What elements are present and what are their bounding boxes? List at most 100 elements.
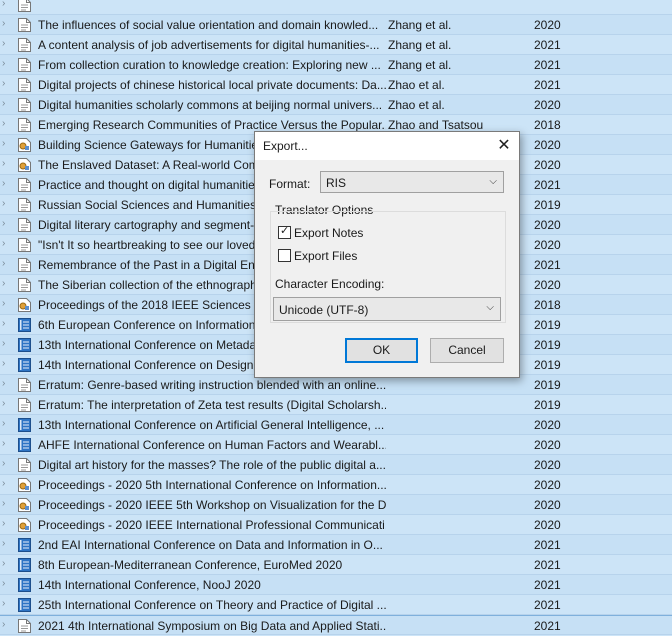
expand-chevron-icon[interactable]: › <box>2 18 12 30</box>
export-notes-checkbox[interactable]: ✓ <box>278 225 291 239</box>
table-row[interactable]: › The influences of social value orientat… <box>0 15 672 35</box>
expand-chevron-icon[interactable]: › <box>2 78 12 90</box>
table-row[interactable]: › Proceedings - 2020 5th International Co… <box>0 475 672 495</box>
expand-chevron-icon[interactable]: › <box>2 298 12 310</box>
table-row[interactable]: › 2nd EAI International Conference on Dat… <box>0 535 672 555</box>
item-title: 25th International Conference on Theory … <box>38 598 386 612</box>
ok-button[interactable]: OK <box>345 338 418 363</box>
expand-chevron-icon[interactable]: › <box>2 98 12 110</box>
document-icon <box>18 258 31 272</box>
expand-chevron-icon[interactable]: › <box>2 238 12 250</box>
item-title: 8th European-Mediterranean Conference, E… <box>38 558 343 572</box>
expand-chevron-icon[interactable]: › <box>2 258 12 270</box>
item-year: 2018 <box>534 298 561 312</box>
table-row[interactable]: › AHFE International Conference on Human … <box>0 435 672 455</box>
expand-chevron-icon[interactable]: › <box>2 118 12 130</box>
format-select[interactable]: RIS ⌵ <box>320 171 504 193</box>
table-row[interactable]: › Proceedings - 2020 IEEE International P… <box>0 515 672 535</box>
expand-chevron-icon[interactable]: › <box>2 318 12 330</box>
expand-chevron-icon[interactable]: › <box>2 138 12 150</box>
item-title: Proceedings - 2020 IEEE 5th Workshop on … <box>38 498 386 512</box>
table-row[interactable]: › Digital art history for the masses? The… <box>0 455 672 475</box>
table-row[interactable]: › A content analysis of job advertisement… <box>0 35 672 55</box>
close-icon[interactable]: ✕ <box>493 135 515 157</box>
item-creator: Zhang et al. <box>388 38 452 52</box>
document-icon <box>18 18 31 32</box>
expand-chevron-icon[interactable]: › <box>2 0 12 10</box>
item-year: 2020 <box>534 458 561 472</box>
expand-chevron-icon[interactable]: › <box>2 558 12 570</box>
table-row[interactable]: › <box>0 0 672 15</box>
item-year: 2021 <box>534 38 561 52</box>
expand-chevron-icon[interactable]: › <box>2 338 12 350</box>
expand-chevron-icon[interactable]: › <box>2 438 12 450</box>
expand-chevron-icon[interactable]: › <box>2 498 12 510</box>
expand-chevron-icon[interactable]: › <box>2 278 12 290</box>
conference-paper-icon <box>18 298 31 312</box>
expand-chevron-icon[interactable]: › <box>2 38 12 50</box>
table-row[interactable]: › 14th International Conference, NooJ 202… <box>0 575 672 595</box>
dialog-title: Export... <box>263 139 308 153</box>
table-row[interactable]: › Digital projects of chinese historical … <box>0 75 672 95</box>
table-row[interactable]: › Digital humanities scholarly commons at… <box>0 95 672 115</box>
conference-paper-icon <box>18 478 31 492</box>
item-title: Digital projects of chinese historical l… <box>38 78 386 92</box>
document-icon <box>18 0 31 12</box>
item-year: 2020 <box>534 518 561 532</box>
expand-chevron-icon[interactable]: › <box>2 598 12 610</box>
expand-chevron-icon[interactable]: › <box>2 418 12 430</box>
item-year: 2020 <box>534 478 561 492</box>
item-year: 2020 <box>534 438 561 452</box>
item-year: 2020 <box>534 98 561 112</box>
table-row[interactable]: › 2021 4th International Symposium on Big… <box>0 615 672 635</box>
character-encoding-select[interactable]: Unicode (UTF-8) ⌵ <box>273 297 501 321</box>
table-row[interactable]: › From collection curation to knowledge c… <box>0 55 672 75</box>
item-year: 2021 <box>534 178 561 192</box>
expand-chevron-icon[interactable]: › <box>2 178 12 190</box>
expand-chevron-icon[interactable]: › <box>2 478 12 490</box>
table-row[interactable]: › Erratum: The interpretation of Zeta tes… <box>0 395 672 415</box>
item-title: 13th International Conference on Artific… <box>38 418 385 432</box>
expand-chevron-icon[interactable]: › <box>2 158 12 170</box>
expand-chevron-icon[interactable]: › <box>2 398 12 410</box>
book-icon <box>18 558 31 572</box>
table-row[interactable]: › Erratum: Genre-based writing instructio… <box>0 375 672 395</box>
item-year: 2018 <box>534 118 561 132</box>
item-year: 2021 <box>534 598 561 612</box>
item-creator: Zhao et al. <box>388 78 445 92</box>
dialog-titlebar: Export... ✕ <box>255 132 519 160</box>
document-icon <box>18 238 31 252</box>
document-icon <box>18 198 31 212</box>
item-year: 2020 <box>534 138 561 152</box>
expand-chevron-icon[interactable]: › <box>2 538 12 550</box>
expand-chevron-icon[interactable]: › <box>2 378 12 390</box>
item-year: 2021 <box>534 58 561 72</box>
expand-chevron-icon[interactable]: › <box>2 458 12 470</box>
document-icon <box>18 58 31 72</box>
table-row[interactable]: › 13th International Conference on Artifi… <box>0 415 672 435</box>
expand-chevron-icon[interactable]: › <box>2 358 12 370</box>
expand-chevron-icon[interactable]: › <box>2 619 12 631</box>
document-icon <box>18 218 31 232</box>
cancel-button[interactable]: Cancel <box>430 338 504 363</box>
item-title: Proceedings - 2020 5th International Con… <box>38 478 386 492</box>
export-files-checkbox[interactable] <box>278 249 291 262</box>
item-title: Digital humanities scholarly commons at … <box>38 98 383 112</box>
expand-chevron-icon[interactable]: › <box>2 578 12 590</box>
item-title: AHFE International Conference on Human F… <box>38 438 386 452</box>
expand-chevron-icon[interactable]: › <box>2 58 12 70</box>
item-creator: Zhang et al. <box>388 58 452 72</box>
table-row[interactable]: › 25th International Conference on Theory… <box>0 595 672 615</box>
item-title: The influences of social value orientati… <box>38 18 379 32</box>
expand-chevron-icon[interactable]: › <box>2 218 12 230</box>
checkmark-icon: ✓ <box>280 225 290 237</box>
expand-chevron-icon[interactable]: › <box>2 518 12 530</box>
document-icon <box>18 38 31 52</box>
item-title: 2nd EAI International Conference on Data… <box>38 538 383 552</box>
item-year: 2019 <box>534 318 561 332</box>
table-row[interactable]: › Proceedings - 2020 IEEE 5th Workshop on… <box>0 495 672 515</box>
table-row[interactable]: › 8th European-Mediterranean Conference, … <box>0 555 672 575</box>
item-year: 2020 <box>534 218 561 232</box>
document-icon <box>18 458 31 472</box>
expand-chevron-icon[interactable]: › <box>2 198 12 210</box>
